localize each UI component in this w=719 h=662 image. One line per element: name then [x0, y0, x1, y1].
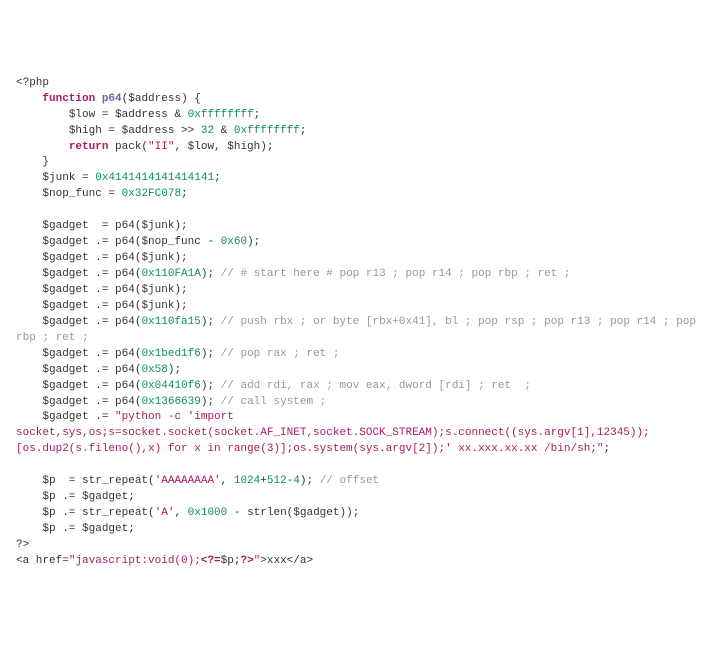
var-junk: $junk — [141, 300, 174, 312]
php-close-tag: ?> — [16, 539, 29, 551]
op-cat-str: .= — [56, 507, 82, 519]
const-junk: 0x4141414141414141 — [95, 172, 214, 184]
keyword-return: return — [69, 141, 109, 153]
op-cat-str: .= — [56, 523, 82, 535]
op-eq: = — [102, 125, 122, 137]
html-a-open: <a href= — [16, 555, 69, 567]
op-plus: + — [260, 475, 267, 487]
const-1bed: 0x1bed1f6 — [141, 348, 200, 360]
var-nop-func: $nop_func — [141, 236, 200, 248]
str-a: 'A' — [155, 507, 175, 519]
op-cat-str: .= — [56, 491, 82, 503]
var-p: $p — [42, 507, 55, 519]
const-32: 32 — [201, 125, 214, 137]
const-1000: 0x1000 — [188, 507, 228, 519]
param-address: $address — [128, 93, 181, 105]
op-shr: >> — [174, 125, 200, 137]
var-gadget: $gadget — [42, 396, 88, 408]
op-cat: .= p64( — [89, 236, 142, 248]
const-fa15: 0x110fa15 — [141, 316, 200, 328]
var-high: $high — [69, 125, 102, 137]
html-a-close: >xxx</a> — [260, 555, 313, 567]
var-junk: $junk — [141, 252, 174, 264]
var-gadget: $gadget — [42, 411, 88, 423]
call-strrepeat: str_repeat( — [82, 507, 155, 519]
var-gadget: $gadget — [42, 268, 88, 280]
var-p: $p — [221, 555, 234, 567]
op-cat: .= p64( — [89, 300, 142, 312]
const-nop: 0x32FC078 — [122, 188, 181, 200]
var-gadget: $gadget — [82, 491, 128, 503]
call-strlen: - strlen( — [227, 507, 293, 519]
var-p: $p — [42, 475, 55, 487]
str-ii: "II" — [148, 141, 174, 153]
const-1366: 0x1366639 — [141, 396, 200, 408]
code-block: <?php function p64($address) { $low = $a… — [16, 76, 703, 570]
var-junk: $junk — [141, 220, 174, 232]
var-low: $low — [69, 109, 95, 121]
var-gadget: $gadget — [293, 507, 339, 519]
const-60: 0x60 — [221, 236, 247, 248]
op-amp: & — [214, 125, 234, 137]
var-high: $high — [227, 141, 260, 153]
var-gadget: $gadget — [42, 364, 88, 376]
call-pack: pack( — [108, 141, 148, 153]
comment-callsys: // call system ; — [214, 396, 326, 408]
const-mask: 0xffffffff — [234, 125, 300, 137]
call-strrepeat: str_repeat( — [82, 475, 155, 487]
op-minus: - — [201, 236, 221, 248]
var-gadget: $gadget — [42, 316, 88, 328]
str-aaaa: 'AAAAAAAA' — [155, 475, 221, 487]
var-address: $address — [122, 125, 175, 137]
comment-addrdi: // add rdi, rax ; mov eax, dword [rdi] ;… — [214, 380, 531, 392]
var-gadget: $gadget — [42, 284, 88, 296]
const-0441: 0x04410f6 — [141, 380, 200, 392]
var-junk: $junk — [141, 284, 174, 296]
op-cat-str: .= — [89, 411, 115, 423]
const-1024: 1024 — [234, 475, 260, 487]
op-amp: & — [168, 109, 188, 121]
var-address: $address — [115, 109, 168, 121]
var-gadget: $gadget — [42, 236, 88, 248]
str-jsvoid: "javascript:void(0); — [69, 555, 201, 567]
op-cat: .= p64( — [89, 396, 142, 408]
const-58: 0x58 — [141, 364, 167, 376]
const-fa1a: 0x110FA1A — [141, 268, 200, 280]
op-cat: .= p64( — [89, 316, 142, 328]
comment-offset: // offset — [313, 475, 379, 487]
op-cat: .= p64( — [89, 252, 142, 264]
op-cat: .= p64( — [89, 380, 142, 392]
php-echo-open: <?= — [201, 555, 221, 567]
var-gadget: $gadget — [42, 348, 88, 360]
php-echo-close: ?> — [240, 555, 253, 567]
const-512: 512 — [267, 475, 287, 487]
var-junk: $junk — [42, 172, 75, 184]
const-4: 4 — [293, 475, 300, 487]
op-eq: = — [95, 109, 115, 121]
var-p: $p — [42, 523, 55, 535]
var-gadget: $gadget — [82, 523, 128, 535]
fn-name-p64: p64 — [102, 93, 122, 105]
op-cat: .= p64( — [89, 364, 142, 376]
op-assign: = p64( — [89, 220, 142, 232]
var-gadget: $gadget — [42, 300, 88, 312]
op-eq: = — [75, 172, 95, 184]
var-low: $low — [188, 141, 214, 153]
var-gadget: $gadget — [42, 220, 88, 232]
var-nop-func: $nop_func — [42, 188, 101, 200]
php-open-tag: <?php — [16, 77, 49, 89]
op-cat: .= p64( — [89, 268, 142, 280]
comment-start: // # start here # pop r13 ; pop r14 ; po… — [214, 268, 570, 280]
op-cat: .= p64( — [89, 348, 142, 360]
op-cat: .= p64( — [89, 284, 142, 296]
var-gadget: $gadget — [42, 380, 88, 392]
keyword-function: function — [42, 93, 95, 105]
comment-poprax: // pop rax ; ret ; — [214, 348, 339, 360]
var-gadget: $gadget — [42, 252, 88, 264]
var-p: $p — [42, 491, 55, 503]
op-eq: = — [102, 188, 122, 200]
const-mask: 0xffffffff — [188, 109, 254, 121]
